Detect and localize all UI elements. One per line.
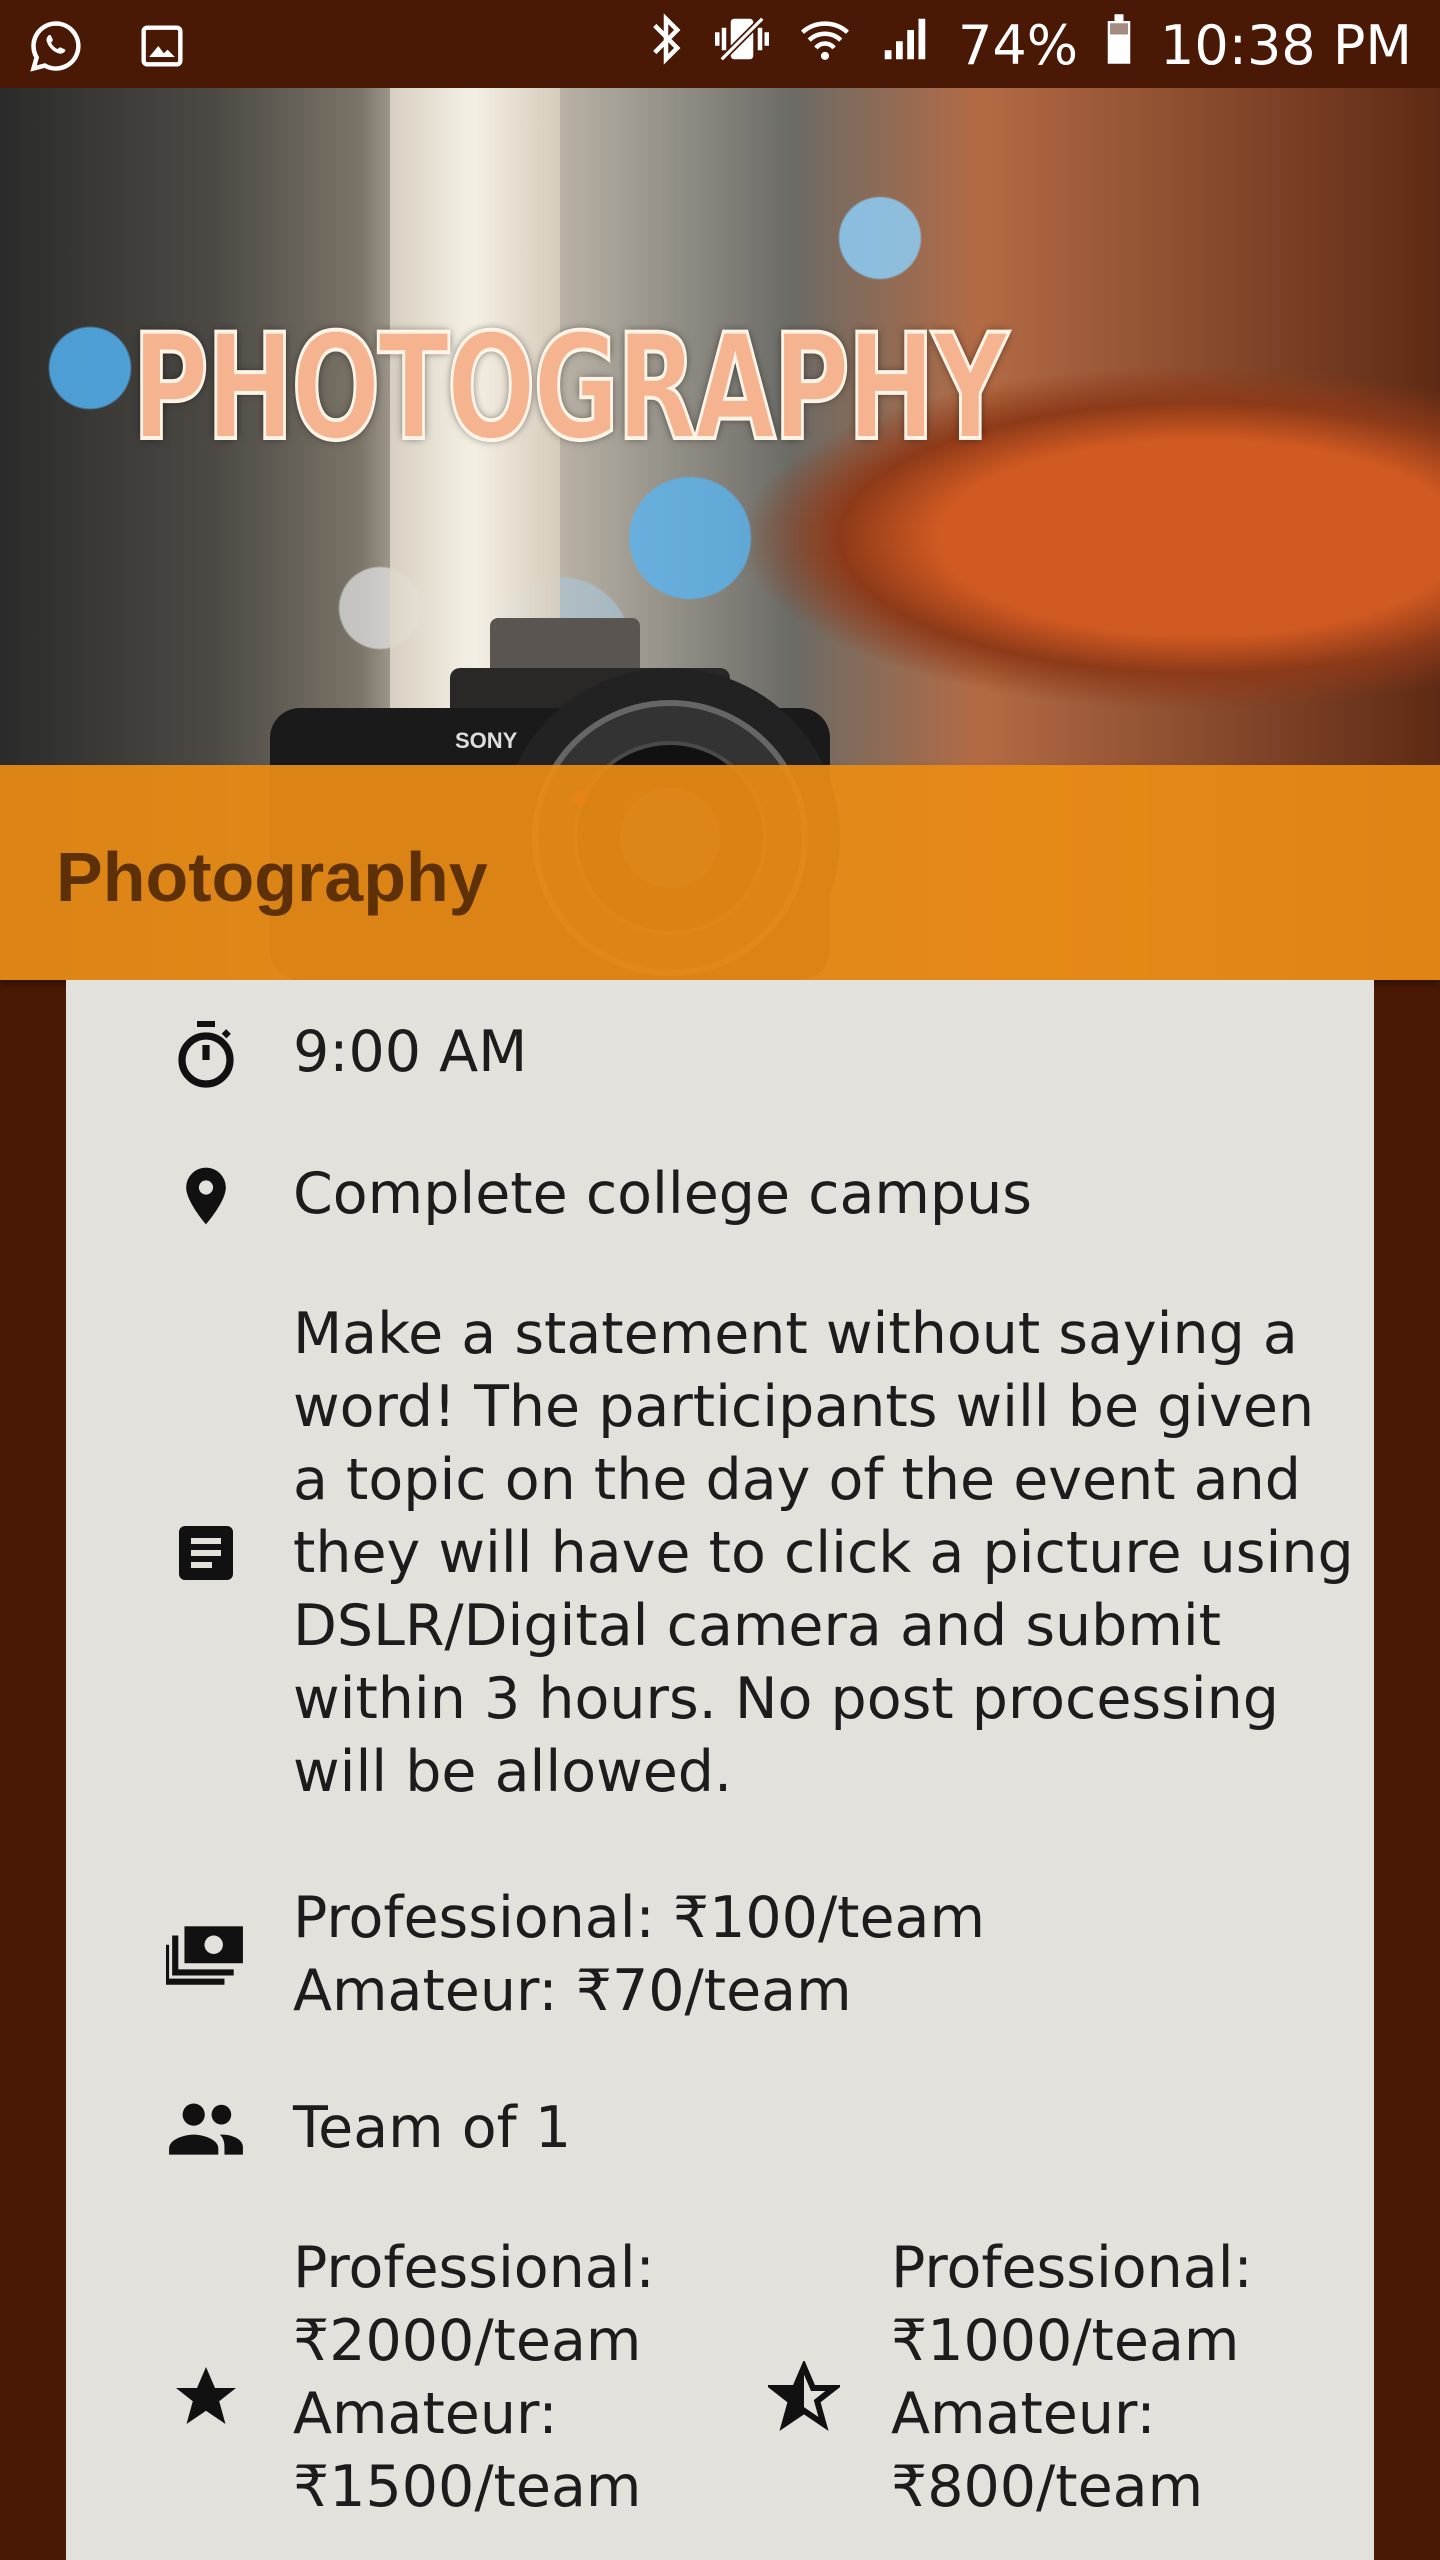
description-line: within 3 hours. No post processing <box>293 1666 1279 1732</box>
second-prize-line: Professional: <box>891 2235 1253 2301</box>
second-prize: Professional: ₹1000/team Amateur: ₹800/t… <box>891 2232 1253 2524</box>
image-icon <box>134 18 190 74</box>
event-details-card: 9:00 AM Complete college campus Make a s… <box>66 980 1374 2560</box>
description-line: DSLR/Digital camera and submit <box>293 1593 1222 1659</box>
event-title-bar: Photography <box>0 765 1440 980</box>
registration-fees: Professional: ₹100/team Amateur: ₹70/tea… <box>293 1882 985 2028</box>
description-line: will be allowed. <box>293 1739 733 1805</box>
first-prize-star-icon <box>164 2355 248 2439</box>
battery-icon <box>1104 12 1134 79</box>
description-line: word! The participants will be given <box>293 1374 1315 1440</box>
first-prize-line: ₹2000/team <box>293 2308 642 2374</box>
description-line: Make a statement without saying a <box>293 1301 1298 1367</box>
fee-amateur: Amateur: ₹70/team <box>293 1958 852 2024</box>
status-bar: 74% 10:38 PM <box>0 0 1440 88</box>
description-icon <box>164 1511 248 1595</box>
event-time: 9:00 AM <box>293 1019 528 1085</box>
timer-icon <box>164 1012 248 1096</box>
second-prize-line: Amateur: <box>891 2381 1156 2447</box>
event-location: Complete college campus <box>293 1161 1032 1227</box>
second-prize-line: ₹1000/team <box>891 2308 1240 2374</box>
description-line: they will have to click a picture using <box>293 1520 1354 1586</box>
hero-banner-text: PHOTOGRAPHY <box>131 301 1010 475</box>
clock: 10:38 PM <box>1160 14 1412 77</box>
first-prize-line: ₹1500/team <box>293 2454 642 2520</box>
first-prize-line: Amateur: <box>293 2381 558 2447</box>
battery-percent: 74% <box>958 14 1079 77</box>
location-pin-icon <box>164 1154 248 1238</box>
people-icon <box>164 2088 248 2172</box>
first-prize-line: Professional: <box>293 2235 655 2301</box>
money-icon <box>164 1912 248 1996</box>
bluetooth-icon <box>646 12 686 79</box>
signal-icon <box>878 12 932 79</box>
event-description: Make a statement without saying a word! … <box>293 1298 1354 1809</box>
fee-professional: Professional: ₹100/team <box>293 1885 986 1951</box>
team-size: Team of 1 <box>293 2095 572 2161</box>
second-prize-line: ₹800/team <box>891 2454 1204 2520</box>
camera-brand: SONY <box>455 728 518 753</box>
second-prize-half-star-icon <box>762 2355 846 2439</box>
wifi-icon <box>798 12 852 79</box>
first-prize: Professional: ₹2000/team Amateur: ₹1500/… <box>293 2232 655 2524</box>
whatsapp-icon <box>28 18 84 74</box>
vibrate-icon <box>712 12 772 79</box>
description-line: a topic on the day of the event and <box>293 1447 1301 1513</box>
event-title: Photography <box>56 838 488 916</box>
